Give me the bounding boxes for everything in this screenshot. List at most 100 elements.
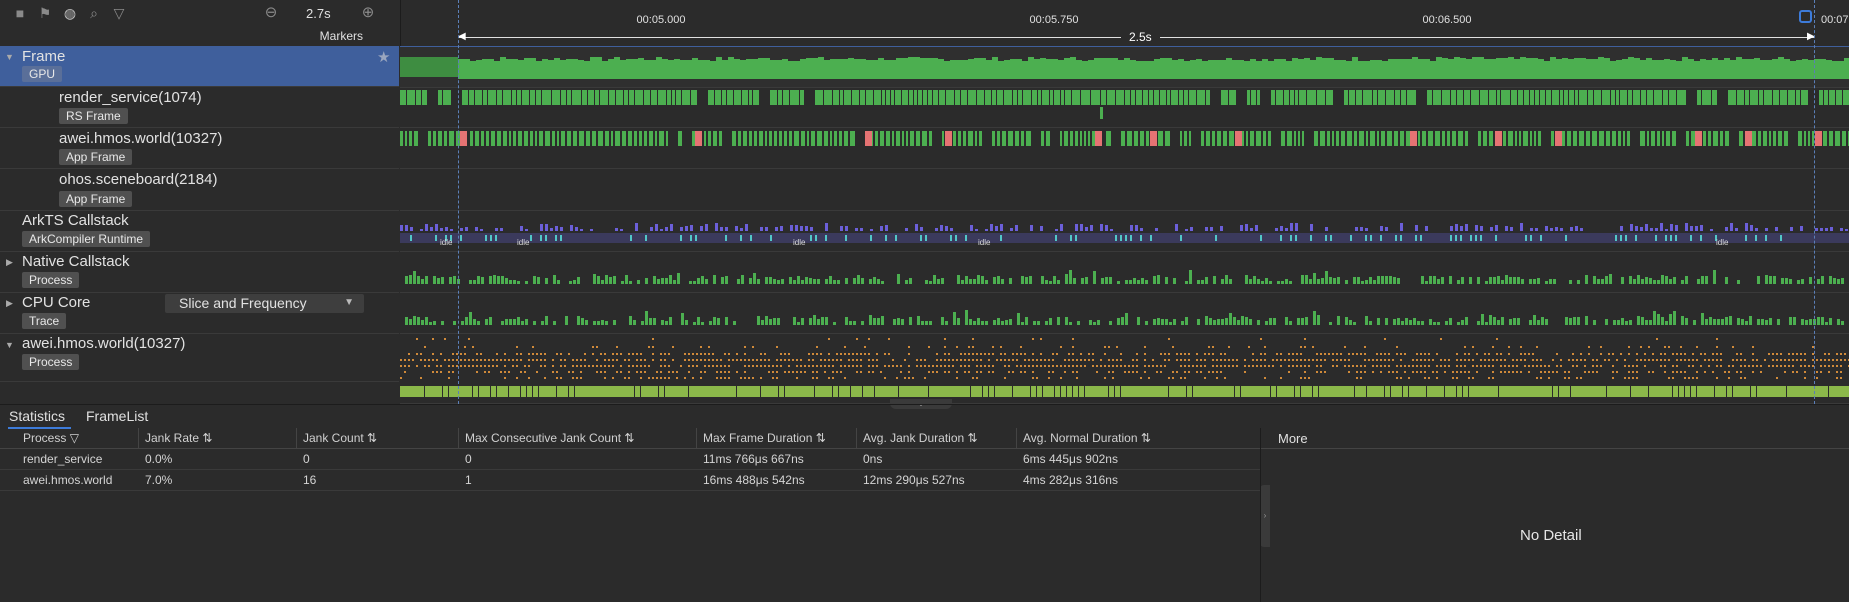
cpu-sample: [1625, 321, 1628, 325]
app-frame-bar: [765, 131, 767, 146]
zoom-out-icon[interactable]: ⊖: [263, 5, 279, 21]
app-frame-bar: [1713, 131, 1718, 146]
process-slice: [1608, 353, 1610, 355]
process-slice: [592, 353, 594, 355]
rs-frame-bar: [682, 90, 690, 105]
tab-statistics[interactable]: Statistics: [9, 408, 65, 424]
column-header[interactable]: Avg. Jank Duration ⇅: [857, 428, 1017, 448]
process-slice: [1196, 365, 1198, 367]
table-row[interactable]: render_service 0.0% 0 0 11ms 766μs 667ns…: [0, 449, 1260, 470]
expand-caret-icon[interactable]: ▶: [6, 257, 13, 268]
process-slice: [1072, 359, 1074, 361]
cpu-sample: [1489, 315, 1492, 325]
expand-caret-icon[interactable]: ▼: [5, 52, 14, 62]
track-frame[interactable]: ▼ Frame GPU ★: [0, 46, 399, 87]
process-slice: [748, 359, 750, 361]
column-header[interactable]: Jank Count ⇅: [297, 428, 459, 448]
arkts-sample: [745, 224, 748, 231]
process-slice: [1836, 353, 1838, 355]
native-sample: [1641, 279, 1644, 284]
process-slice: [876, 353, 878, 355]
rs-frame-bar: [1480, 90, 1488, 105]
range-handle-icon[interactable]: [1799, 10, 1812, 23]
lane-native[interactable]: [400, 252, 1849, 293]
app-frame-bar: [916, 131, 920, 146]
gpu-frame-block: [1148, 61, 1154, 79]
lane-app-frame[interactable]: [400, 128, 1849, 169]
tab-framelist[interactable]: FrameList: [86, 408, 148, 424]
app-frame-bar: [444, 131, 447, 146]
process-slice: [1476, 353, 1478, 355]
app-frame-bar: [979, 131, 982, 146]
search-icon[interactable]: ⌕: [86, 5, 102, 21]
track-arkts-callstack[interactable]: ArkTS Callstack ArkCompiler Runtime: [0, 211, 399, 252]
process-slice: [704, 359, 706, 361]
process-slice: [1720, 365, 1722, 367]
column-header[interactable]: Avg. Normal Duration ⇅: [1017, 428, 1260, 448]
table-row[interactable]: awei.hmos.world 7.0% 16 1 16ms 488μs 542…: [0, 470, 1260, 491]
lane-cpu[interactable]: [400, 293, 1849, 334]
track-sceneboard[interactable]: ohos.sceneboard(2184) App Frame: [0, 169, 399, 211]
gpu-frame-block: [1418, 59, 1424, 79]
lane-process[interactable]: [400, 334, 1849, 404]
process-slice: [744, 359, 746, 361]
lane-render-service[interactable]: [400, 87, 1849, 128]
track-app-frame[interactable]: awei.hmos.world(10327) App Frame: [0, 128, 399, 169]
process-slice: [844, 377, 846, 379]
app-frame-bar: [414, 131, 418, 146]
selection-end-line[interactable]: [1814, 0, 1815, 404]
process-slice: [1200, 365, 1202, 367]
arkts-sample: [615, 228, 618, 231]
process-slice: [1216, 359, 1218, 361]
expand-caret-icon[interactable]: ▼: [5, 340, 14, 350]
app-frame-bar: [1250, 131, 1254, 146]
arkts-sample: [715, 223, 718, 231]
star-icon[interactable]: ★: [377, 48, 390, 66]
process-slice: [1652, 371, 1654, 373]
arkts-frame: [920, 235, 922, 241]
track-render-service[interactable]: render_service(1074) RS Frame: [0, 87, 399, 128]
lane-frame-gpu[interactable]: [400, 46, 1849, 88]
cpu-sample: [1157, 318, 1160, 325]
globe-icon[interactable]: ◍: [62, 5, 78, 21]
process-slice: [512, 359, 514, 361]
zoom-in-icon[interactable]: ⊕: [360, 5, 376, 21]
process-slice: [1564, 371, 1566, 373]
filter-icon[interactable]: ▽: [70, 431, 79, 445]
process-slice: [1360, 353, 1362, 355]
process-state-gap: [448, 386, 449, 397]
process-slice: [856, 365, 858, 367]
jank-frame-bar: [695, 131, 702, 146]
column-header[interactable]: Max Frame Duration ⇅: [697, 428, 857, 448]
stop-icon[interactable]: ■: [12, 5, 28, 21]
track-process[interactable]: ▼ awei.hmos.world(10327) Process: [0, 334, 399, 382]
process-slice: [1492, 365, 1494, 367]
process-slice: [1832, 359, 1834, 361]
arkts-sample: [460, 228, 463, 231]
gpu-frame-block: [1574, 58, 1580, 79]
column-header[interactable]: Process ▽: [17, 428, 139, 448]
selection-start-line[interactable]: [458, 0, 459, 404]
track-cpu-core[interactable]: ▶ CPU Core Trace Slice and Frequency ▼: [0, 293, 399, 334]
process-slice: [1660, 353, 1662, 355]
time-ruler[interactable]: 00:05.000 00:05.750 00:06.500 00:07.2 ◀ …: [400, 0, 1849, 46]
column-header[interactable]: Jank Rate ⇅: [139, 428, 297, 448]
arkts-sample: [1820, 228, 1823, 231]
rs-frame-bar: [1780, 90, 1787, 105]
process-slice: [1728, 377, 1730, 379]
flag-icon[interactable]: ⚑: [37, 5, 53, 21]
track-native-callstack[interactable]: ▶ Native Callstack Process: [0, 252, 399, 293]
lane-sceneboard[interactable]: [400, 169, 1849, 211]
process-slice: [1172, 346, 1174, 348]
mode-dropdown[interactable]: Slice and Frequency ▼: [165, 294, 364, 313]
rs-frame-bar: [1819, 90, 1823, 105]
rs-frame-bar: [992, 90, 996, 105]
cpu-sample: [577, 316, 580, 325]
rs-frame-bar: [517, 90, 521, 105]
lane-arkts[interactable]: idle idle idle idle idle: [400, 211, 1849, 252]
app-frame-bar: [1567, 131, 1571, 146]
process-slice: [588, 365, 590, 367]
column-header[interactable]: Max Consecutive Jank Count ⇅: [459, 428, 697, 448]
expand-caret-icon[interactable]: ▶: [6, 298, 13, 309]
filter-icon[interactable]: ▽: [111, 5, 127, 21]
